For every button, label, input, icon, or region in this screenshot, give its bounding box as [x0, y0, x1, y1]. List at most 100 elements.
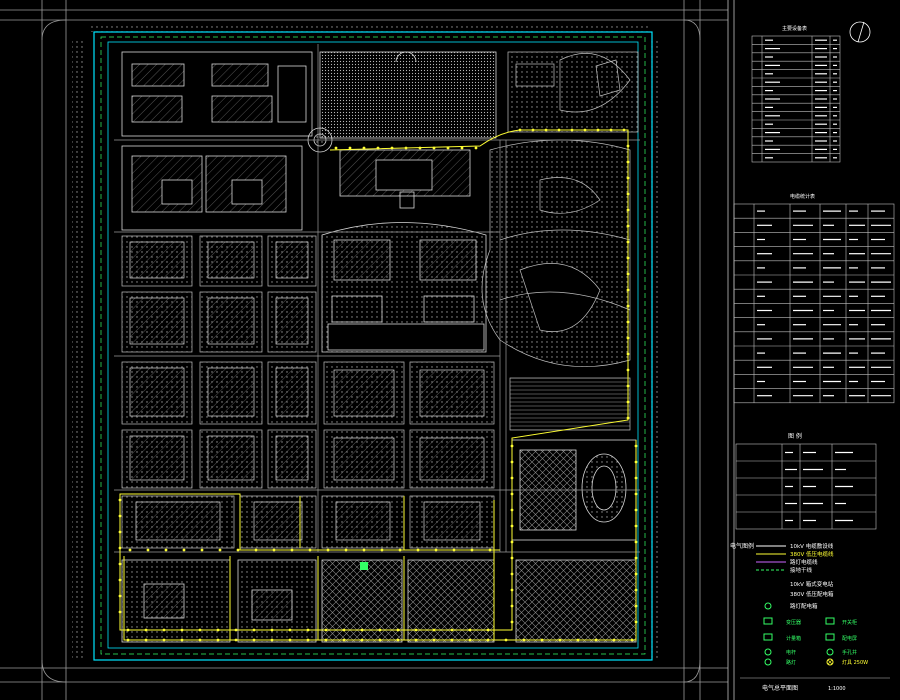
- street-lamp: [634, 444, 638, 448]
- street-lamp: [626, 224, 630, 228]
- street-lamp: [126, 628, 130, 632]
- street-lamp: [216, 638, 220, 642]
- symbol-label-handhole: 手孔井: [842, 649, 857, 656]
- block: [121, 429, 193, 489]
- legend-item-lamp-box: 路灯配电箱: [790, 602, 818, 610]
- block: [121, 361, 193, 425]
- block: [199, 291, 263, 353]
- street-lamp: [558, 638, 562, 642]
- street-lamp: [626, 272, 630, 276]
- table2-title: 电缆统计表: [790, 193, 815, 200]
- street-lamp: [432, 146, 436, 150]
- street-lamp: [510, 620, 514, 624]
- street-lamp: [626, 256, 630, 260]
- street-lamp: [634, 524, 638, 528]
- electrical-legend: 电气图例 10kV 电缆敷设线 380V 低压电缆线 路灯电缆线 接地干线 10…: [730, 542, 868, 666]
- street-lamp: [236, 548, 240, 552]
- street-lamp: [594, 638, 598, 642]
- street-lamp: [510, 556, 514, 560]
- street-lamp: [128, 548, 132, 552]
- street-lamp: [362, 548, 366, 552]
- building-group-west-2: [121, 145, 303, 231]
- block: [323, 429, 405, 489]
- street-lamp: [144, 628, 148, 632]
- street-lamp: [324, 628, 328, 632]
- legend-item-street-lamp: 路灯电缆线: [790, 558, 818, 566]
- street-lamp: [510, 508, 514, 512]
- street-lamp: [118, 530, 122, 534]
- street-lamp: [348, 146, 352, 150]
- street-lamp: [432, 628, 436, 632]
- symbol-label-pole: 电杆: [786, 649, 796, 656]
- street-lamp: [583, 128, 587, 132]
- street-lamp: [118, 594, 122, 598]
- legend-item-dist-box: 380V 低压配电箱: [790, 590, 834, 598]
- block: [121, 495, 235, 549]
- street-lamp: [234, 638, 238, 642]
- street-lamp: [510, 492, 514, 496]
- street-lamp: [342, 628, 346, 632]
- street-lamp: [634, 508, 638, 512]
- building-group-northwest: [121, 51, 313, 137]
- street-lamp: [486, 638, 490, 642]
- legend-item-substation: 10kV 箱式变电站: [790, 580, 834, 588]
- substation: [360, 562, 368, 570]
- street-lamp: [342, 638, 346, 642]
- street-lamp: [518, 128, 522, 132]
- street-lamp: [470, 548, 474, 552]
- street-lamp: [474, 146, 478, 150]
- pole-icon: [764, 648, 772, 656]
- street-lamp: [626, 208, 630, 212]
- street-lamp: [162, 628, 166, 632]
- block: [121, 291, 193, 353]
- street-lamp: [252, 628, 256, 632]
- street-lamp: [390, 146, 394, 150]
- street-lamp: [414, 638, 418, 642]
- block: [409, 495, 495, 549]
- street-lamp: [626, 144, 630, 148]
- street-lamp: [254, 548, 258, 552]
- block: [267, 429, 317, 489]
- street-lamp: [626, 160, 630, 164]
- drawing-caption: 电气总平面图: [762, 684, 798, 692]
- street-lamp: [612, 638, 616, 642]
- street-lamp: [634, 620, 638, 624]
- street-lamp: [144, 638, 148, 642]
- street-lamp: [510, 460, 514, 464]
- street-lamp: [510, 588, 514, 592]
- street-lamp: [468, 628, 472, 632]
- street-lamp: [634, 460, 638, 464]
- street-lamp: [634, 476, 638, 480]
- garden-east: [481, 139, 631, 368]
- street-lamp: [626, 384, 630, 388]
- street-lamp: [434, 548, 438, 552]
- block: [267, 361, 317, 425]
- lamp-icon: [764, 658, 772, 666]
- street-lamp: [416, 548, 420, 552]
- street-lamp: [360, 628, 364, 632]
- street-lamp: [162, 638, 166, 642]
- legend-item-10kv: 10kV 电缆敷设线: [790, 542, 834, 550]
- spec-table-2: [733, 203, 895, 404]
- street-lamp: [626, 320, 630, 324]
- street-lamp: [626, 176, 630, 180]
- street-lamp: [270, 628, 274, 632]
- street-lamp: [272, 548, 276, 552]
- street-lamp: [326, 548, 330, 552]
- street-lamp: [460, 146, 464, 150]
- spec-tables: [733, 35, 895, 530]
- street-lamp: [510, 444, 514, 448]
- street-lamp: [198, 628, 202, 632]
- street-lamp: [570, 128, 574, 132]
- street-lamp: [576, 638, 580, 642]
- block: [199, 361, 263, 425]
- street-lamp: [360, 638, 364, 642]
- lamp-box-icon: [764, 602, 772, 610]
- street-lamp: [306, 638, 310, 642]
- street-lamp: [504, 638, 508, 642]
- street-lamp: [446, 146, 450, 150]
- garden-northeast: [507, 51, 639, 133]
- street-lamp: [510, 604, 514, 608]
- central-block: [321, 222, 487, 353]
- street-lamp: [216, 628, 220, 632]
